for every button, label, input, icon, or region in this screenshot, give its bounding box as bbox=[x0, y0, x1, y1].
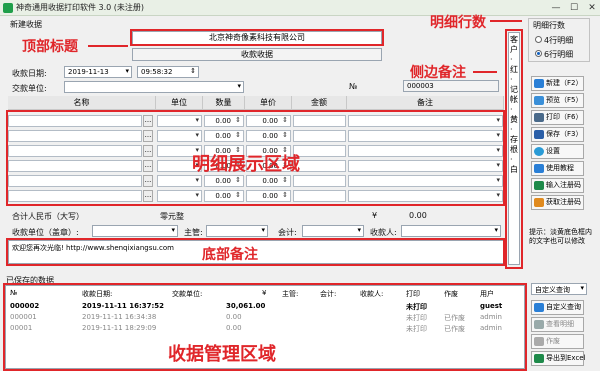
total-amount: 0.00 bbox=[409, 211, 427, 220]
new-button[interactable]: 新建（F2） bbox=[531, 76, 584, 91]
view-detail-label: 查看明细 bbox=[546, 320, 574, 328]
accountant-label: 会计: bbox=[278, 228, 297, 237]
calendar-icon[interactable]: ▾ bbox=[125, 67, 129, 75]
query-select[interactable]: 自定义查询 ▾ bbox=[531, 283, 587, 295]
payer-select[interactable]: ▾ bbox=[64, 81, 244, 93]
radio-4-label: 4行明细 bbox=[544, 36, 574, 45]
receiver-select[interactable]: ▾ bbox=[401, 225, 501, 237]
custom-query-button[interactable]: 自定义查询 bbox=[531, 300, 584, 315]
hint-text: 提示：淡黄底色框内的文字也可以修改 bbox=[529, 228, 592, 245]
receiver-label: 收款人: bbox=[370, 228, 397, 237]
export-excel-button[interactable]: 导出到Excel bbox=[531, 351, 586, 366]
print-button[interactable]: 打印（F6） bbox=[531, 110, 584, 125]
tutorial-button[interactable]: 使用教程 bbox=[531, 161, 584, 176]
arrow-line bbox=[490, 20, 522, 22]
doc-title-field[interactable]: 收款收据 bbox=[132, 48, 382, 61]
annotation-detail: 明细展示区域 bbox=[192, 154, 300, 175]
search-icon bbox=[534, 303, 544, 312]
view-icon bbox=[534, 320, 544, 329]
radio-4-rows[interactable] bbox=[535, 36, 542, 43]
settings-button[interactable]: 设置 bbox=[531, 144, 584, 159]
book-icon bbox=[534, 164, 544, 173]
no-label: № bbox=[349, 82, 358, 91]
enter-code-button[interactable]: 输入注册码 bbox=[531, 178, 584, 193]
tutorial-button-label: 使用教程 bbox=[546, 164, 574, 172]
close-button[interactable]: ✕ bbox=[584, 1, 600, 15]
print-icon bbox=[534, 113, 544, 122]
gear-icon bbox=[534, 147, 544, 156]
excel-icon bbox=[534, 354, 544, 363]
annotation-bottom: 底部备注 bbox=[202, 247, 258, 263]
col-remark: 备注 bbox=[347, 96, 504, 110]
new-button-label: 新建（F2） bbox=[546, 79, 583, 87]
save-button[interactable]: 保存（F3） bbox=[531, 127, 584, 142]
radio-6-label: 6行明细 bbox=[544, 50, 574, 59]
void-button[interactable]: 作废 bbox=[531, 334, 584, 349]
supervisor-select[interactable]: ▾ bbox=[206, 225, 268, 237]
preview-button-label: 预览（F5） bbox=[546, 96, 583, 104]
key-icon bbox=[534, 198, 544, 207]
key-icon bbox=[534, 181, 544, 190]
date-label: 收款日期: bbox=[12, 69, 47, 78]
preview-icon bbox=[534, 96, 544, 105]
print-button-label: 打印（F6） bbox=[546, 113, 583, 121]
total-caps: 零元整 bbox=[160, 212, 184, 221]
date-picker[interactable]: 2019-11-13 ▾ bbox=[64, 66, 132, 78]
col-unit: 单位 bbox=[156, 96, 203, 110]
void-label: 作废 bbox=[546, 337, 560, 345]
preview-button[interactable]: 预览（F5） bbox=[531, 93, 584, 108]
col-price: 单价 bbox=[245, 96, 292, 110]
rows-count-group: 明细行数 4行明细 6行明细 bbox=[528, 18, 590, 62]
minimize-button[interactable]: — bbox=[548, 1, 564, 15]
time-spin-icon[interactable]: ⇕ bbox=[190, 67, 196, 75]
rows-count-label: 明细行数 bbox=[533, 21, 565, 30]
section-label: 新建收据 bbox=[10, 20, 42, 29]
arrow-line bbox=[88, 45, 128, 47]
custom-query-label: 自定义查询 bbox=[546, 303, 581, 311]
maximize-button[interactable]: ☐ bbox=[566, 1, 582, 15]
time-field[interactable]: 09:58:32 ⇕ bbox=[137, 66, 199, 78]
enter-code-label: 输入注册码 bbox=[546, 181, 581, 189]
annotation-side: 侧边备注 bbox=[410, 65, 466, 81]
query-select-value: 自定义查询 bbox=[535, 286, 570, 294]
radio-6-rows[interactable] bbox=[535, 50, 542, 57]
annotation-rows-count: 明细行数 bbox=[430, 15, 486, 31]
chevron-down-icon: ▾ bbox=[580, 284, 584, 292]
chevron-down-icon: ▾ bbox=[171, 226, 175, 234]
header-highlight bbox=[130, 29, 384, 46]
void-icon bbox=[534, 337, 544, 346]
new-icon bbox=[534, 79, 544, 88]
col-amount: 金额 bbox=[292, 96, 347, 110]
view-detail-button[interactable]: 查看明细 bbox=[531, 317, 584, 332]
yen-sign: ¥ bbox=[372, 211, 378, 220]
payer-label: 交款单位: bbox=[12, 84, 47, 93]
total-label: 合计人民币（大写） bbox=[12, 212, 84, 221]
save-icon bbox=[534, 130, 544, 139]
export-excel-label: 导出到Excel bbox=[546, 354, 586, 362]
col-qty: 数量 bbox=[203, 96, 245, 110]
arrow-line bbox=[473, 71, 497, 73]
annotation-header: 顶部标题 bbox=[22, 39, 78, 55]
get-code-label: 获取注册码 bbox=[546, 198, 581, 206]
get-code-button[interactable]: 获取注册码 bbox=[531, 195, 584, 210]
save-button-label: 保存（F3） bbox=[546, 130, 583, 138]
receipt-number-value: 000003 bbox=[407, 82, 434, 90]
title-bar: 神奇通用收据打印软件 3.0 (未注册) — ☐ ✕ bbox=[0, 0, 600, 16]
chevron-down-icon: ▾ bbox=[357, 226, 361, 234]
chevron-down-icon: ▾ bbox=[261, 226, 265, 234]
chevron-down-icon: ▾ bbox=[494, 226, 498, 234]
settings-button-label: 设置 bbox=[546, 147, 560, 155]
date-value: 2019-11-13 bbox=[68, 68, 109, 76]
time-value: 09:58:32 bbox=[141, 68, 173, 76]
unit-label: 收款单位（盖章）: bbox=[12, 228, 79, 237]
chevron-down-icon: ▾ bbox=[237, 82, 241, 90]
supervisor-label: 主管: bbox=[184, 228, 203, 237]
annotation-manage: 收据管理区域 bbox=[168, 344, 276, 365]
col-name: 名称 bbox=[8, 96, 156, 110]
app-icon bbox=[3, 3, 13, 13]
accountant-select[interactable]: ▾ bbox=[302, 225, 364, 237]
side-highlight bbox=[505, 29, 523, 269]
unit-select[interactable]: ▾ bbox=[92, 225, 178, 237]
window-title: 神奇通用收据打印软件 3.0 (未注册) bbox=[16, 3, 145, 12]
